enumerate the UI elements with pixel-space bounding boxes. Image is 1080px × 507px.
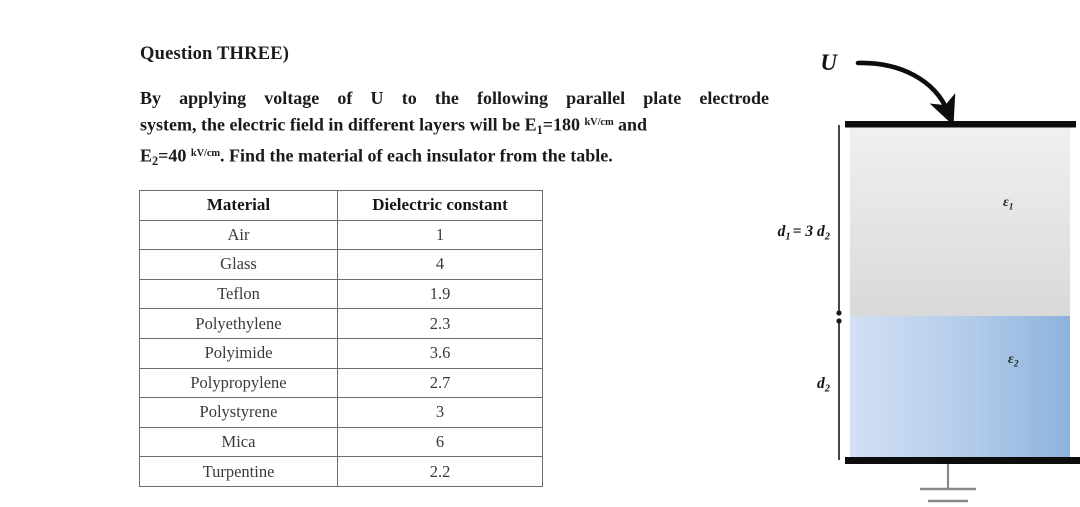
table-row: Polystyrene 3 xyxy=(139,397,543,428)
table-row: Teflon 1.9 xyxy=(139,278,543,310)
dielectric-layer-1 xyxy=(850,127,1070,316)
thickness-relation-mid: = 3 d xyxy=(793,223,825,240)
cell-material: Polyimide xyxy=(139,337,338,369)
question-line-1: By applying voltage of U to the followin… xyxy=(140,86,769,111)
cell-dielectric-constant: 2.3 xyxy=(337,308,543,339)
question-line-2: system, the electric field in different … xyxy=(140,111,769,142)
cell-material: Mica xyxy=(139,426,338,458)
question-line-2-text-a: system, the electric field in different … xyxy=(140,113,537,134)
table-row: Polyethylene 2.3 xyxy=(139,308,543,339)
thickness-relation-label: d1 = 3 d2 xyxy=(778,223,831,243)
voltage-arrow xyxy=(855,60,956,126)
cell-material: Polyethylene xyxy=(139,308,338,339)
epsilon-2-sub: 2 xyxy=(1013,360,1019,370)
question-line-1-text: By applying voltage of U to the followin… xyxy=(140,88,769,108)
epsilon-1-sub: 1 xyxy=(1009,203,1014,213)
cell-dielectric-constant: 1 xyxy=(337,219,543,251)
thickness-relation-sub-1: 1 xyxy=(785,232,790,243)
column-header-dielectric-constant: Dielectric constant xyxy=(337,190,543,221)
cell-material: Polypropylene xyxy=(139,367,338,399)
parallel-plate-electrode-diagram: U d1 = 3 d2 d2 ε1 ε2 xyxy=(760,20,1080,507)
cell-dielectric-constant: 3 xyxy=(337,397,543,428)
table-row: Polypropylene 2.7 xyxy=(139,367,543,399)
dielectric-constant-table: Material Dielectric constant Air 1 Glass 4 T… xyxy=(139,190,543,487)
table-row: Glass 4 xyxy=(139,249,543,280)
question-line-3-text-a: E xyxy=(140,145,153,166)
d2-label: d2 xyxy=(817,375,831,395)
question-line-3: E2=40 kV/cm. Find the material of each i… xyxy=(140,142,769,173)
question-line-3-text-c: . Find the material of each insulator fr… xyxy=(219,145,613,166)
cell-dielectric-constant: 2.7 xyxy=(337,367,543,399)
bottom-electrode xyxy=(845,457,1080,464)
e1-unit: kV/cm xyxy=(584,116,614,128)
cell-material: Turpentine xyxy=(139,456,338,487)
table-row: Air 1 xyxy=(139,219,543,251)
dimension-tick-d1-bottom xyxy=(836,310,842,316)
thickness-relation-sub-2: 2 xyxy=(824,232,831,243)
table-row: Mica 6 xyxy=(139,426,543,458)
top-electrode xyxy=(845,121,1076,128)
voltage-label: U xyxy=(820,50,838,75)
dimension-tick-d2-top xyxy=(836,318,842,324)
cell-dielectric-constant: 4 xyxy=(337,249,543,280)
question-line-2-text-b: =180 xyxy=(542,113,580,134)
cell-material: Glass xyxy=(139,249,338,280)
cell-material: Polystyrene xyxy=(139,397,338,428)
d2-label-sub: 2 xyxy=(824,384,831,395)
cell-dielectric-constant: 6 xyxy=(337,426,543,458)
column-header-material: Material xyxy=(139,190,338,221)
cell-dielectric-constant: 2.2 xyxy=(337,456,543,487)
ground-symbol xyxy=(920,464,976,503)
question-body: By applying voltage of U to the followin… xyxy=(140,86,769,173)
cell-material: Teflon xyxy=(139,278,338,310)
table-row: Turpentine 2.2 xyxy=(139,456,543,487)
table-header-row: Material Dielectric constant xyxy=(139,190,543,221)
dielectric-layer-2 xyxy=(850,316,1070,458)
cell-material: Air xyxy=(139,219,338,251)
page-title: Question THREE) xyxy=(140,44,290,64)
question-line-3-text-b: =40 xyxy=(158,145,187,166)
question-line-2-text-c: and xyxy=(618,113,648,134)
table-row: Polyimide 3.6 xyxy=(139,337,543,369)
cell-dielectric-constant: 3.6 xyxy=(337,337,543,369)
e2-unit: kV/cm xyxy=(190,147,220,159)
cell-dielectric-constant: 1.9 xyxy=(337,278,543,310)
